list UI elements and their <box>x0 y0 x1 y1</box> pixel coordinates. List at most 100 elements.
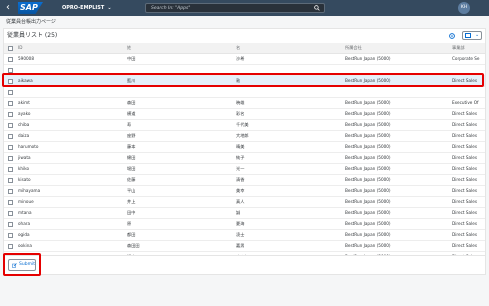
cell-division: Direct Sales <box>452 232 478 237</box>
cell-last-name: 都田 <box>127 232 136 237</box>
scrollbar-track[interactable] <box>485 56 486 274</box>
row-checkbox[interactable] <box>8 178 13 183</box>
row-checkbox[interactable] <box>8 57 13 62</box>
table-row[interactable]: harumoto 藤本 晴美 BestRun Japan (5000) Direct S… <box>4 142 485 153</box>
gear-icon[interactable] <box>448 32 456 40</box>
row-checkbox[interactable] <box>8 112 13 117</box>
row-checkbox[interactable] <box>8 101 13 106</box>
row-checkbox[interactable] <box>8 233 13 238</box>
page-title: 従業員台帳出力ページ <box>6 19 56 25</box>
cell-company: BestRun Japan (5000) <box>345 155 391 160</box>
cell-first-name: 清香 <box>236 177 245 182</box>
cell-last-name: 森田 <box>127 100 136 105</box>
cell-company: BestRun Japan (5000) <box>345 56 391 61</box>
cell-id: mihayama <box>18 188 41 193</box>
table-row[interactable]: ohara 原 夏海 BestRun Japan (5000) Direct Sales <box>4 219 485 230</box>
cell-company: BestRun Japan (5000) <box>345 177 391 182</box>
row-checkbox[interactable] <box>8 244 13 249</box>
cell-id: ayako <box>18 111 31 116</box>
column-header-company[interactable]: 所属会社 <box>345 43 445 53</box>
table-row[interactable]: akimt 森田 暁雄 BestRun Japan (5000) Executive O… <box>4 98 485 109</box>
row-checkbox[interactable] <box>8 123 13 128</box>
cell-company: BestRun Japan (5000) <box>345 111 391 116</box>
table-row[interactable]: ogida 都田 凌士 BestRun Japan (5000) Direct Sale… <box>4 230 485 241</box>
select-all-checkbox[interactable] <box>8 46 13 51</box>
cell-last-name: 森田田 <box>127 243 140 248</box>
column-header-first-name[interactable]: 名 <box>236 43 336 53</box>
cell-first-name: 大地郎 <box>236 133 249 138</box>
export-icon <box>465 33 471 38</box>
export-button[interactable]: ⌄ <box>462 31 482 40</box>
cell-division: Direct Sales <box>452 122 478 127</box>
row-checkbox[interactable] <box>8 222 13 227</box>
table-row[interactable]: mtana 田中 誠 BestRun Japan (5000) Direct Sales <box>4 208 485 219</box>
cell-first-name: 光一 <box>236 166 245 171</box>
highlight-submit-button <box>3 253 41 276</box>
cell-company: BestRun Japan (5000) <box>345 122 391 127</box>
cell-division: Direct Sales <box>452 188 478 193</box>
cell-company: BestRun Japan (5000) <box>345 133 391 138</box>
scrollbar-thumb[interactable] <box>485 71 486 271</box>
employee-table-panel: 従業員リスト (25) ⌄ ID 姓 名 所属会社 事業部 590008 中田 沙希… <box>3 28 486 274</box>
table-row[interactable]: khiko 堀田 光一 BestRun Japan (5000) Direct Sale… <box>4 164 485 175</box>
table-row[interactable]: jiwata 綿田 純子 BestRun Japan (5000) Direct Sal… <box>4 153 485 164</box>
table-title: 従業員リスト (25) <box>7 32 58 39</box>
table-row[interactable]: ookina 森田田 嘉男 BestRun Japan (5000) Direct Sa… <box>4 241 485 252</box>
sap-logo[interactable]: SAP <box>18 2 43 14</box>
cell-company: BestRun Japan (5000) <box>345 166 391 171</box>
row-checkbox[interactable] <box>8 200 13 205</box>
column-header-division[interactable]: 事業部 <box>452 43 484 53</box>
table-row[interactable]: chiba 寿 千代美 BestRun Japan (5000) Direct Sale… <box>4 120 485 131</box>
cell-division: Corporate Se <box>452 56 480 61</box>
cell-id: jiwata <box>18 155 31 160</box>
cell-division: Direct Sales <box>452 155 478 160</box>
search-icon[interactable] <box>314 5 320 11</box>
avatar[interactable]: KH <box>458 2 470 14</box>
cell-id: daiza <box>18 133 30 138</box>
table-row[interactable]: mihayama 平山 美幸 BestRun Japan (5000) Direct S… <box>4 186 485 197</box>
row-checkbox[interactable] <box>8 167 13 172</box>
row-checkbox[interactable] <box>8 134 13 139</box>
search-input[interactable]: Search In: "Apps" <box>145 3 325 13</box>
cell-first-name: 沙希 <box>236 56 245 61</box>
cell-company: BestRun Japan (5000) <box>345 232 391 237</box>
table-row[interactable]: 590008 中田 沙希 BestRun Japan (5000) Corporate … <box>4 54 485 65</box>
cell-first-name: 美幸 <box>236 188 245 193</box>
cell-company: BestRun Japan (5000) <box>345 221 391 226</box>
row-checkbox[interactable] <box>8 90 13 95</box>
cell-id: ookina <box>18 243 32 248</box>
cell-company: BestRun Japan (5000) <box>345 199 391 204</box>
table-toolbar: 従業員リスト (25) ⌄ <box>4 29 485 43</box>
table-row[interactable]: ayako 横道 彩名 BestRun Japan (5000) Direct Sale… <box>4 109 485 120</box>
row-checkbox[interactable] <box>8 145 13 150</box>
cell-company: BestRun Japan (5000) <box>345 210 391 215</box>
cell-id: chiba <box>18 122 30 127</box>
column-header-last-name[interactable]: 姓 <box>127 43 227 53</box>
table-row[interactable]: kisato 佐藤 清香 BestRun Japan (5000) Direct Sal… <box>4 175 485 186</box>
row-checkbox[interactable] <box>8 156 13 161</box>
row-checkbox[interactable] <box>8 189 13 194</box>
column-header-id[interactable]: ID <box>18 43 118 53</box>
search-placeholder: Search In: "Apps" <box>151 6 191 11</box>
table-row[interactable]: daiza 座野 大地郎 BestRun Japan (5000) Direct Sal… <box>4 131 485 142</box>
cell-last-name: 原 <box>127 221 132 226</box>
cell-id: ohara <box>18 221 31 226</box>
cell-first-name: 真人 <box>236 199 245 204</box>
cell-first-name: 誠 <box>236 210 241 215</box>
cell-division: Direct Sales <box>452 144 478 149</box>
chevron-down-icon: ⌄ <box>475 32 480 38</box>
row-checkbox[interactable] <box>8 211 13 216</box>
cell-last-name: 中田 <box>127 56 136 61</box>
app-title-menu[interactable]: OPRO-EMPLIST ⌄ <box>62 3 112 13</box>
cell-last-name: 平山 <box>127 188 136 193</box>
cell-first-name: 凌士 <box>236 232 245 237</box>
table-row[interactable]: minoue 井上 真人 BestRun Japan (5000) Direct Sal… <box>4 197 485 208</box>
cell-first-name: 夏海 <box>236 221 245 226</box>
cell-division: Direct Sales <box>452 177 478 182</box>
table-row[interactable] <box>4 87 485 98</box>
app-title: OPRO-EMPLIST <box>62 5 105 11</box>
cell-id: kisato <box>18 177 31 182</box>
footer-bar <box>3 255 486 275</box>
cell-division: Direct Sales <box>452 133 478 138</box>
back-icon[interactable]: ‹ <box>6 1 10 15</box>
